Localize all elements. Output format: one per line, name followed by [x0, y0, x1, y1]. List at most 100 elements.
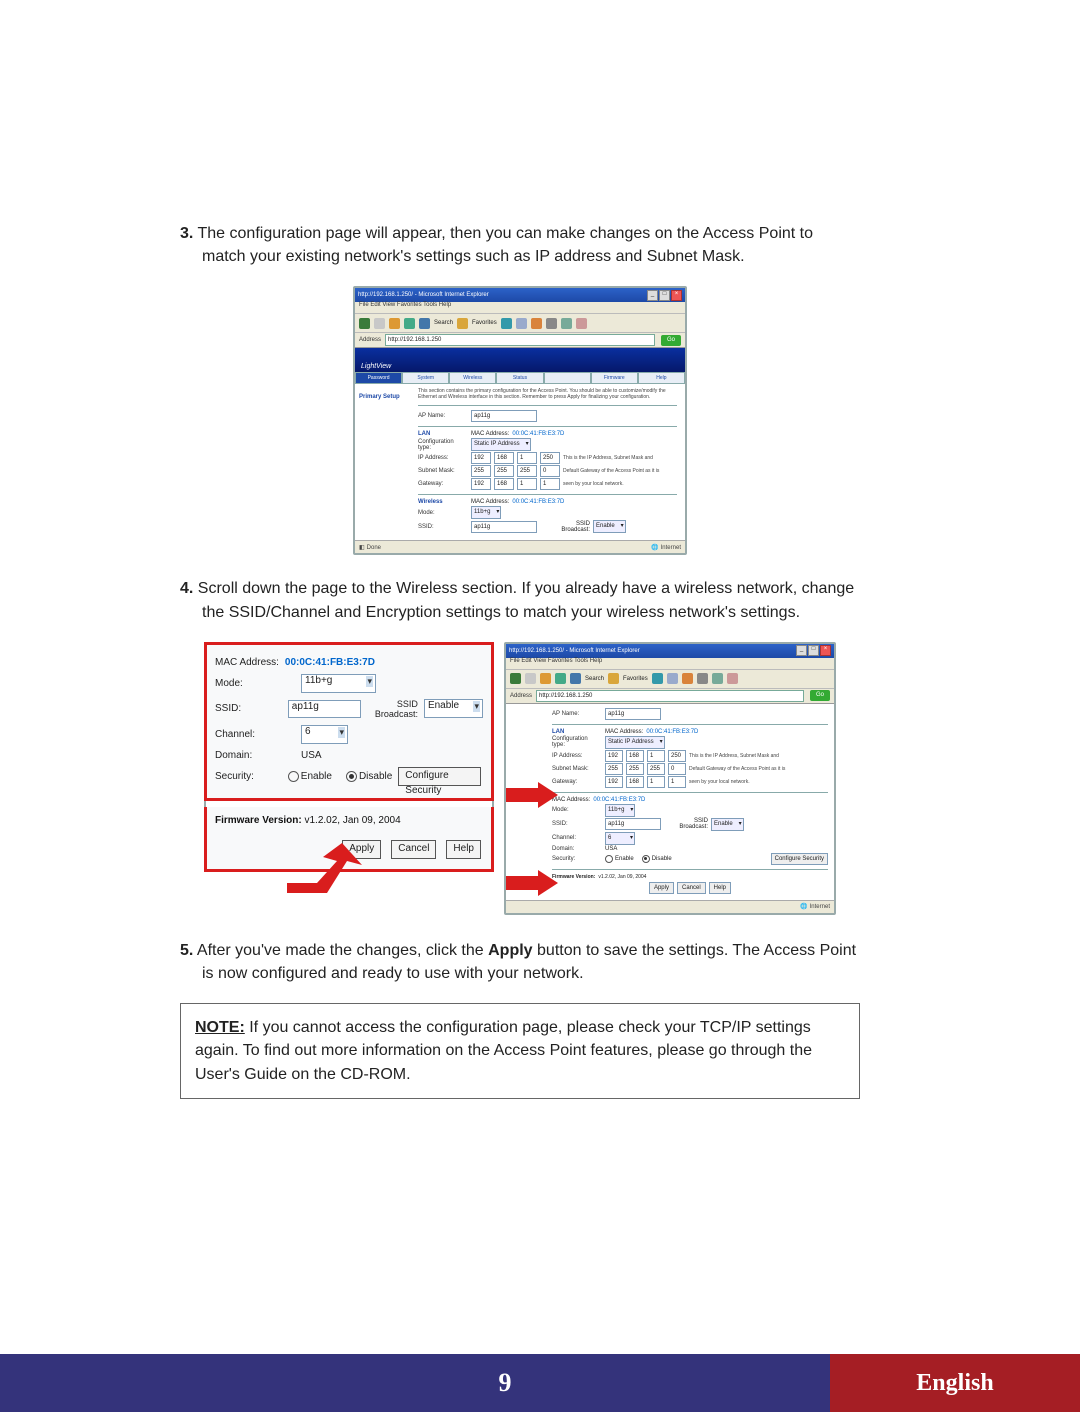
- ssid-input[interactable]: ap11g: [471, 521, 537, 533]
- tab-password[interactable]: Password: [355, 372, 402, 384]
- ie2-address-input[interactable]: http://192.168.1.250: [536, 690, 804, 702]
- close-icon[interactable]: ×: [671, 290, 682, 301]
- cfg-tabs: Password System Wireless Status Firmware…: [355, 372, 685, 384]
- zoom-security-disable-radio[interactable]: Disable: [346, 771, 392, 782]
- subnet-note: Default Gateway of the Access Point as i…: [563, 468, 659, 474]
- page-number: 9: [499, 1368, 512, 1398]
- tab-blank[interactable]: [544, 372, 591, 384]
- ie2-go-button[interactable]: Go: [810, 690, 830, 701]
- figure-wireless-section: http://192.168.1.250/ - Microsoft Intern…: [504, 642, 836, 915]
- refresh-icon[interactable]: [404, 318, 415, 329]
- gw-oct-4[interactable]: 1: [540, 478, 560, 490]
- zoom-channel-select[interactable]: 6: [301, 725, 348, 744]
- ie2-forward-icon[interactable]: [525, 673, 536, 684]
- ie2-refresh-icon[interactable]: [555, 673, 566, 684]
- ie2-mode[interactable]: 11b+g: [605, 804, 635, 817]
- zoom-configure-security-button[interactable]: Configure Security: [398, 767, 481, 786]
- ie2-edit-icon[interactable]: [712, 673, 723, 684]
- history-icon[interactable]: [516, 318, 527, 329]
- ie2-help-button[interactable]: Help: [709, 882, 731, 894]
- ie2-mail-icon[interactable]: [682, 673, 693, 684]
- favorites-icon[interactable]: [457, 318, 468, 329]
- favorites-label[interactable]: Favorites: [472, 320, 497, 326]
- red-arrow-apply-icon: [504, 870, 558, 896]
- zoom-security-enable-radio[interactable]: Enable: [288, 771, 332, 782]
- zoom-security-label: Security:: [215, 771, 282, 782]
- ip-oct-2[interactable]: 168: [494, 452, 514, 464]
- ie2-menubar[interactable]: File Edit View Favorites Tools Help: [506, 658, 834, 670]
- ie2-apply-button[interactable]: Apply: [649, 882, 674, 894]
- ie2-minimize-icon[interactable]: _: [796, 645, 807, 656]
- ie2-sec-disable[interactable]: Disable: [642, 855, 672, 863]
- conf-type-select[interactable]: Static IP Address: [471, 438, 531, 451]
- zoom-domain-value: USA: [301, 750, 322, 761]
- ie2-cancel-button[interactable]: Cancel: [677, 882, 706, 894]
- tab-firmware[interactable]: Firmware: [591, 372, 638, 384]
- apname-input[interactable]: ap11g: [471, 410, 537, 422]
- sn-oct-4[interactable]: 0: [540, 465, 560, 477]
- wireless-label: Wireless: [418, 499, 468, 505]
- tab-wireless[interactable]: Wireless: [449, 372, 496, 384]
- zoom-mode-select[interactable]: 11b+g: [301, 674, 376, 693]
- gw-oct-3[interactable]: 1: [517, 478, 537, 490]
- ip-oct-1[interactable]: 192: [471, 452, 491, 464]
- home-icon[interactable]: [419, 318, 430, 329]
- ie2-media-icon[interactable]: [652, 673, 663, 684]
- ie2-fav-icon[interactable]: [608, 673, 619, 684]
- ie2-conf-sec-btn[interactable]: Configure Security: [771, 853, 828, 865]
- ie2-home-icon[interactable]: [570, 673, 581, 684]
- stop-icon[interactable]: [389, 318, 400, 329]
- ie2-conf-type[interactable]: Static IP Address: [605, 736, 665, 749]
- media-icon[interactable]: [501, 318, 512, 329]
- done-icon: ◧: [359, 544, 365, 551]
- ie2-msg-icon[interactable]: [727, 673, 738, 684]
- address-input[interactable]: http://192.168.1.250: [385, 334, 655, 346]
- ie-menubar[interactable]: File Edit View Favorites Tools Help: [355, 302, 685, 314]
- ie2-history-icon[interactable]: [667, 673, 678, 684]
- tab-system[interactable]: System: [402, 372, 449, 384]
- ie2-maximize-icon[interactable]: □: [808, 645, 819, 656]
- sn-oct-1[interactable]: 255: [471, 465, 491, 477]
- print-icon[interactable]: [546, 318, 557, 329]
- zoom-ssid-input[interactable]: ap11g: [288, 700, 361, 718]
- sn-oct-2[interactable]: 255: [494, 465, 514, 477]
- mode-select[interactable]: 11b+g: [471, 506, 501, 519]
- zoom-ssidbc-label: SSID Broadcast:: [375, 699, 418, 719]
- conf-type-label: Configuration type:: [418, 439, 468, 451]
- zoom-ssidbc-select[interactable]: Enable: [424, 699, 483, 718]
- go-button[interactable]: Go: [661, 335, 681, 346]
- tab-help[interactable]: Help: [638, 372, 685, 384]
- ie2-channel[interactable]: 6: [605, 832, 635, 845]
- tab-status[interactable]: Status: [496, 372, 543, 384]
- zoom-help-button[interactable]: Help: [446, 840, 481, 859]
- ie2-print-icon[interactable]: [697, 673, 708, 684]
- ip-oct-3[interactable]: 1: [517, 452, 537, 464]
- maximize-icon[interactable]: □: [659, 290, 670, 301]
- note-box: NOTE: If you cannot access the configura…: [180, 1003, 860, 1099]
- ie2-ssidbc[interactable]: Enable: [711, 818, 744, 831]
- gw-label: Gateway:: [418, 481, 468, 487]
- red-arrow-icon: [287, 843, 377, 893]
- messenger-icon[interactable]: [576, 318, 587, 329]
- search-label[interactable]: Search: [434, 320, 453, 326]
- sn-oct-3[interactable]: 255: [517, 465, 537, 477]
- zoom-cancel-button[interactable]: Cancel: [391, 840, 436, 859]
- ie2-stop-icon[interactable]: [540, 673, 551, 684]
- ip-oct-4[interactable]: 250: [540, 452, 560, 464]
- ie2-apname[interactable]: ap11g: [605, 708, 661, 720]
- forward-icon[interactable]: [374, 318, 385, 329]
- window-buttons: _ □ ×: [647, 290, 682, 301]
- ie2-ssid[interactable]: ap11g: [605, 818, 661, 830]
- back-icon[interactable]: [359, 318, 370, 329]
- ie2-sec-enable[interactable]: Enable: [605, 855, 634, 863]
- ssidbc-select[interactable]: Enable: [593, 520, 626, 533]
- edit-icon[interactable]: [561, 318, 572, 329]
- minimize-icon[interactable]: _: [647, 290, 658, 301]
- mail-icon[interactable]: [531, 318, 542, 329]
- ie2-close-icon[interactable]: ×: [820, 645, 831, 656]
- zoom-channel-label: Channel:: [215, 729, 295, 740]
- gw-oct-2[interactable]: 168: [494, 478, 514, 490]
- ie2-back-icon[interactable]: [510, 673, 521, 684]
- status-done: Done: [367, 545, 381, 551]
- gw-oct-1[interactable]: 192: [471, 478, 491, 490]
